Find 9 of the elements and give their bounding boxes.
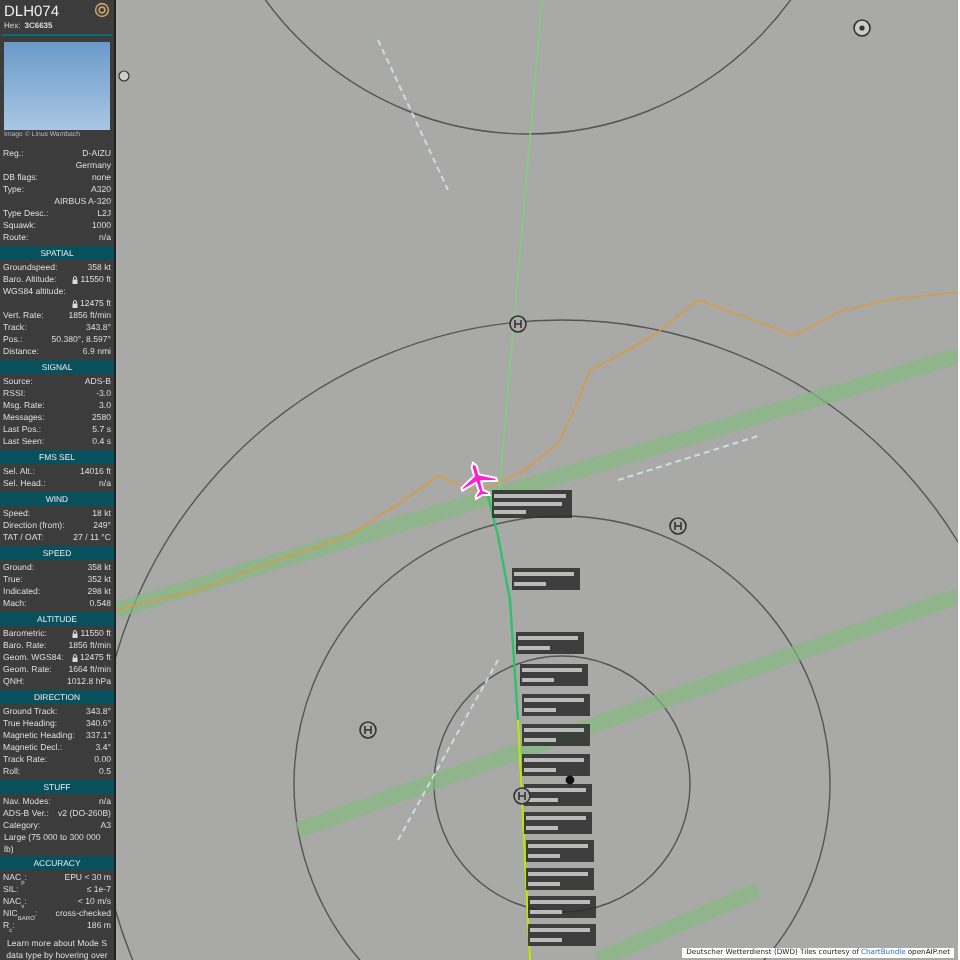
settings-icon[interactable] (94, 2, 110, 18)
heliport-icon (509, 315, 527, 333)
heliport-icon (669, 517, 687, 535)
heliport-icon (359, 721, 377, 739)
airway-line (617, 435, 759, 481)
crosshair-icon[interactable] (853, 19, 871, 37)
station-marker (565, 775, 575, 785)
aircraft-icon[interactable] (460, 460, 499, 501)
heliport-icon (513, 787, 531, 805)
